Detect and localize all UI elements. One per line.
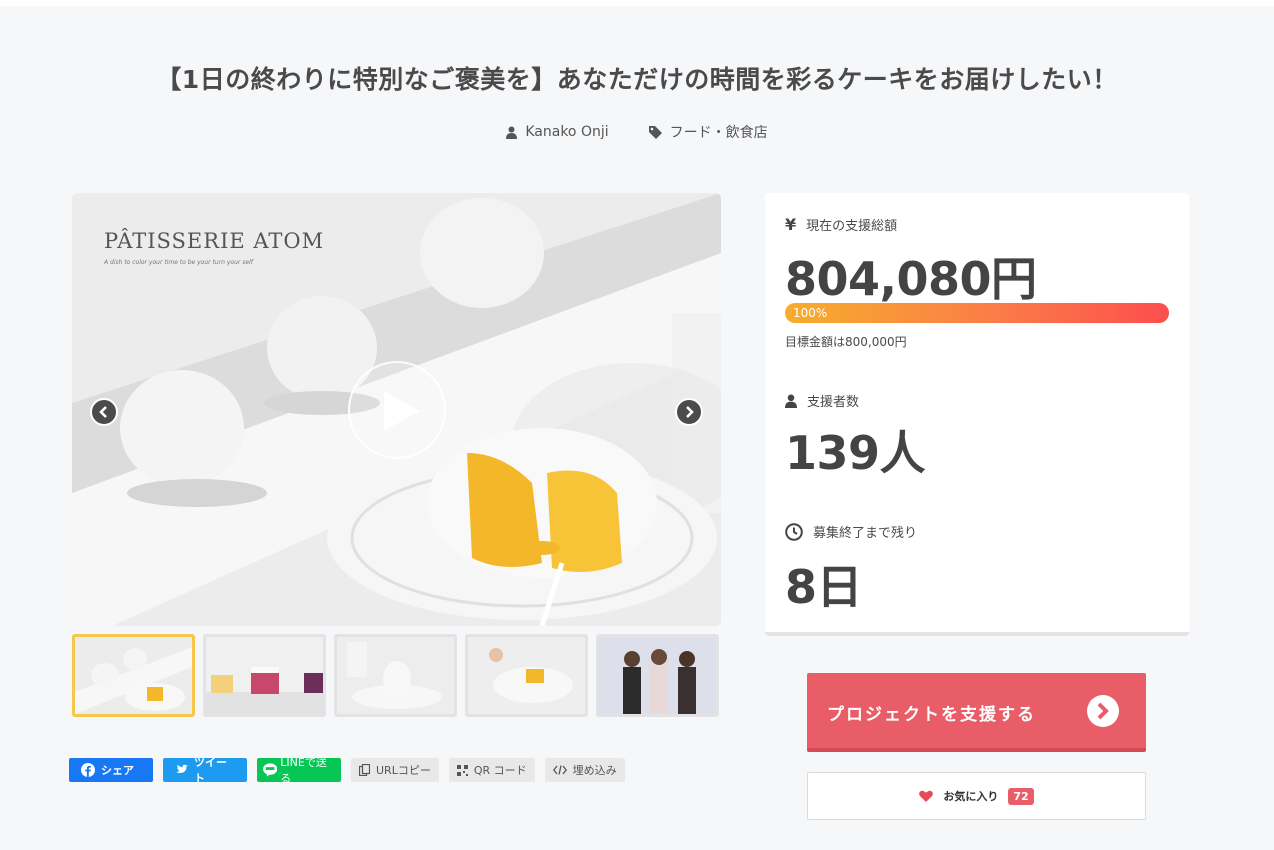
thumbnail-2[interactable] xyxy=(203,634,326,717)
support-project-button[interactable]: プロジェクトを支援する xyxy=(807,673,1146,752)
gallery-main-image[interactable]: PÂTISSERIE ATOM A dish to color your tim… xyxy=(72,193,721,626)
url-copy-label: URLコピー xyxy=(376,764,431,777)
play-icon xyxy=(384,391,420,431)
line-share-label: LINEで送る xyxy=(280,756,327,785)
thumbnail-team-photo-image xyxy=(599,637,716,714)
yen-icon: ¥ xyxy=(785,215,797,234)
backers-value: 139人 xyxy=(785,426,926,480)
line-share-button[interactable]: LINEで送る xyxy=(257,756,341,785)
twitter-share-button[interactable]: ツイート xyxy=(163,756,247,785)
remaining-value: 8日 xyxy=(785,560,863,614)
video-play-button[interactable] xyxy=(348,361,446,459)
support-project-label: プロジェクトを支援する xyxy=(827,705,1036,725)
thumbnail-3[interactable] xyxy=(334,634,457,717)
tag-icon xyxy=(648,125,662,139)
arrow-circle-icon xyxy=(1087,695,1119,727)
url-copy-button[interactable]: URLコピー xyxy=(351,758,439,782)
author-info[interactable]: Kanako Onji xyxy=(506,122,609,142)
gallery-prev-button[interactable] xyxy=(90,398,118,426)
backers-label-row: 支援者数 xyxy=(785,391,859,410)
funding-progress-bar: 100% xyxy=(785,303,1169,323)
qr-code-icon xyxy=(456,764,468,776)
remaining-label: 募集終了まで残り xyxy=(813,526,918,541)
total-funding-label: 現在の支援総額 xyxy=(806,219,898,234)
chevron-right-icon xyxy=(686,406,694,418)
user-icon xyxy=(506,126,518,139)
favorite-count-badge: 72 xyxy=(1008,787,1034,805)
thumbnail-cake-slices-image xyxy=(206,637,323,714)
clock-icon xyxy=(785,522,803,541)
user-icon xyxy=(785,394,797,408)
brand-tagline: A dish to color your time to be your tur… xyxy=(104,259,253,266)
share-buttons: シェア ツイート LINEで送る URLコピー QR コード 埋め込み xyxy=(69,756,625,785)
facebook-share-label: シェア xyxy=(101,764,134,777)
embed-button[interactable]: 埋め込み xyxy=(544,758,625,782)
facebook-share-button[interactable]: シェア xyxy=(69,758,153,782)
thumbnail-cut-cake-image xyxy=(468,637,585,714)
code-icon xyxy=(552,765,567,775)
remaining-label-row: 募集終了まで残り xyxy=(785,522,917,541)
thumbnail-4[interactable] xyxy=(465,634,588,717)
chevron-left-icon xyxy=(99,406,107,418)
project-meta: Kanako Onji フード・飲食店 xyxy=(0,122,1274,142)
total-funding-value: 804,080円 xyxy=(785,252,1037,306)
category-info[interactable]: フード・飲食店 xyxy=(648,122,768,142)
brand-name: PÂTISSERIE ATOM xyxy=(104,229,325,253)
gallery-next-button[interactable] xyxy=(675,398,703,426)
line-icon xyxy=(263,763,278,777)
goal-amount-text: 目標金額は800,000円 xyxy=(785,335,907,349)
facebook-icon xyxy=(81,763,95,777)
author-name: Kanako Onji xyxy=(525,124,609,140)
thumbnail-cake-image xyxy=(75,637,192,714)
funding-progress-label: 100% xyxy=(793,306,828,320)
embed-label: 埋め込み xyxy=(572,764,617,777)
favorite-button[interactable]: お気に入り 72 xyxy=(807,772,1146,820)
total-funding-label-row: ¥ 現在の支援総額 xyxy=(785,215,897,234)
favorite-label: お気に入り xyxy=(943,790,999,803)
chevron-right-icon xyxy=(1097,702,1109,720)
thumbnail-white-scene-image xyxy=(337,637,454,714)
top-strip xyxy=(0,0,1274,6)
twitter-share-label: ツイート xyxy=(194,756,228,785)
twitter-bird-icon xyxy=(176,764,189,773)
project-title: 【1日の終わりに特別なご褒美を】あなただけの時間を彩るケーキをお届けしたい！ xyxy=(156,65,1118,94)
qr-code-label: QR コード xyxy=(473,764,527,777)
funding-stats-card: ¥ 現在の支援総額 804,080円 100% 目標金額は800,000円 支援… xyxy=(765,193,1189,636)
category-name: フード・飲食店 xyxy=(669,125,768,141)
heart-icon xyxy=(919,790,934,802)
gallery-thumbnails xyxy=(72,634,721,717)
thumbnail-5[interactable] xyxy=(596,634,719,717)
backers-label: 支援者数 xyxy=(807,395,860,410)
thumbnail-1[interactable] xyxy=(72,634,195,717)
qr-code-button[interactable]: QR コード xyxy=(448,758,535,782)
copy-icon xyxy=(359,764,370,776)
